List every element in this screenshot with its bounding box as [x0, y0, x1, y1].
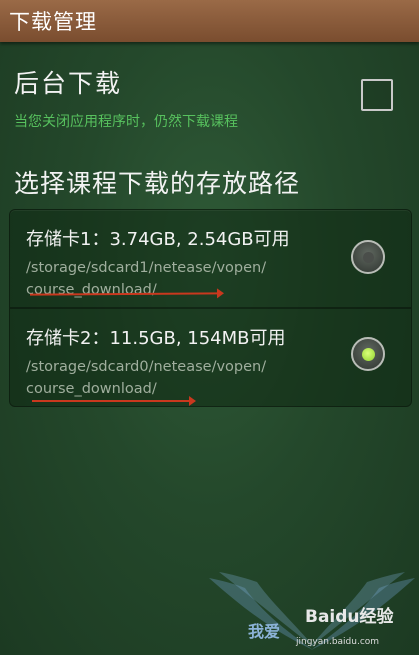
annotation-arrow — [32, 396, 196, 406]
radio-dot-icon — [361, 347, 375, 361]
storage-path-line: /storage/sdcard0/netease/vopen/ — [26, 359, 267, 375]
watermark-url: jingyan.baidu.com — [296, 637, 380, 647]
storage-option-radio-selected[interactable] — [351, 337, 385, 371]
storage-option-card-2[interactable]: 存储卡2：11.5GB, 154MB可用 /storage/sdcard0/ne… — [10, 309, 411, 406]
background-download-title: 后台下载 — [14, 69, 123, 98]
storage-path-line: course_download/ — [26, 282, 157, 298]
storage-section-title: 选择课程下载的存放路径 — [14, 169, 301, 198]
storage-path-line: /storage/sdcard1/netease/vopen/ — [26, 260, 267, 276]
storage-path-line: course_download/ — [26, 381, 157, 397]
background-download-description: 当您关闭应用程序时，仍然下载课程 — [14, 114, 238, 130]
storage-options-list: 存储卡1：3.74GB, 2.54GB可用 /storage/sdcard1/n… — [9, 209, 412, 407]
storage-option-label: 存储卡1：3.74GB, 2.54GB可用 — [26, 229, 290, 250]
storage-option-path: /storage/sdcard0/netease/vopen/ course_d… — [26, 356, 326, 400]
watermark-text: 我爱 — [248, 622, 281, 641]
page-title: 下载管理 — [9, 10, 97, 34]
storage-option-label: 存储卡2：11.5GB, 154MB可用 — [26, 328, 286, 349]
title-bar: 下载管理 — [0, 0, 419, 42]
background-download-checkbox[interactable] — [361, 79, 393, 111]
watermark-brand: Baidu经验 — [305, 607, 394, 627]
storage-option-radio[interactable] — [351, 240, 385, 274]
radio-dot-icon — [362, 251, 374, 263]
